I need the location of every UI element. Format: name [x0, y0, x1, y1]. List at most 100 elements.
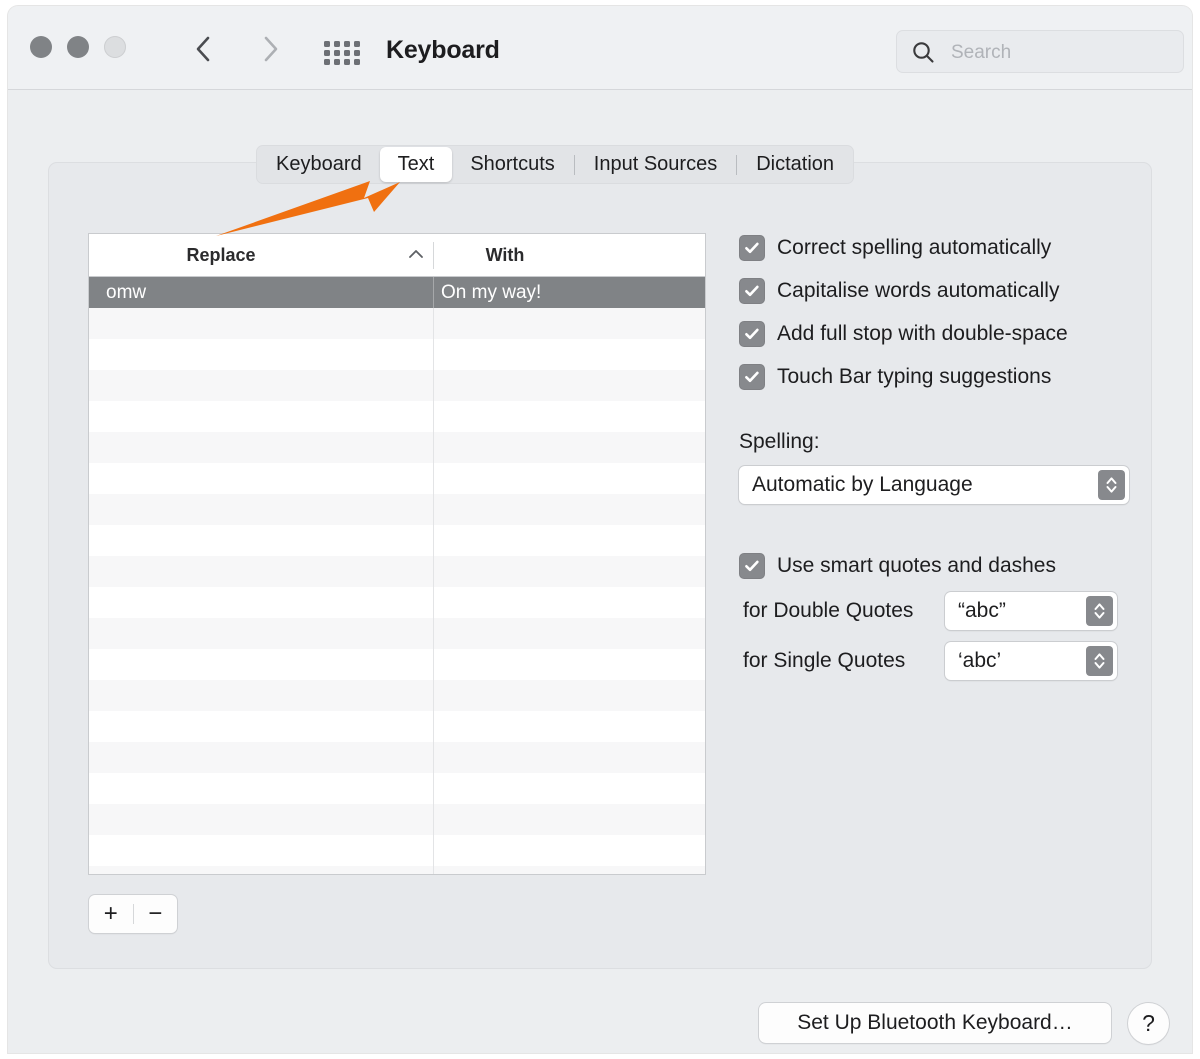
row-column-divider	[433, 649, 434, 680]
tab-dictation[interactable]: Dictation	[738, 147, 852, 182]
add-entry-button[interactable]: +	[89, 895, 133, 933]
system-preferences-window: Keyboard Keyboard Text Shortcuts Input S…	[8, 6, 1192, 1053]
checkbox-label: Correct spelling automatically	[777, 236, 1052, 259]
table-row-empty[interactable]	[89, 711, 705, 742]
chevron-updown-icon	[1086, 646, 1113, 676]
row-column-divider	[433, 556, 434, 587]
tab-separator	[736, 154, 738, 175]
back-button[interactable]	[186, 32, 220, 66]
tab-keyboard[interactable]: Keyboard	[258, 147, 380, 182]
checkmark-icon	[739, 553, 765, 579]
text-replacement-table: Replace With omw On my way!	[89, 234, 705, 874]
row-column-divider	[433, 308, 434, 339]
row-column-divider	[433, 711, 434, 742]
row-column-divider	[433, 432, 434, 463]
tab-separator	[573, 154, 575, 175]
row-column-divider	[433, 494, 434, 525]
checkbox-smart-quotes[interactable]: Use smart quotes and dashes	[739, 546, 1056, 586]
table-row-empty[interactable]	[89, 804, 705, 835]
show-all-grid-icon[interactable]	[324, 38, 366, 68]
minimise-button[interactable]	[67, 36, 89, 58]
back-chevron-icon	[194, 35, 212, 63]
row-column-divider	[433, 835, 434, 866]
text-options-column: Correct spelling automatically Capitalis…	[739, 228, 1159, 680]
table-row-empty[interactable]	[89, 525, 705, 556]
close-button[interactable]	[30, 36, 52, 58]
checkbox-add-full-stop[interactable]: Add full stop with double-space	[739, 314, 1159, 354]
double-quotes-row: for Double Quotes “abc”	[743, 592, 1117, 630]
row-column-divider	[433, 277, 434, 308]
window-controls	[30, 36, 126, 58]
checkbox-label: Add full stop with double-space	[777, 322, 1068, 345]
chevron-updown-icon	[1098, 470, 1125, 500]
forward-button[interactable]	[254, 32, 288, 66]
table-row-empty[interactable]	[89, 742, 705, 773]
checkmark-icon	[739, 235, 765, 261]
row-column-divider	[433, 680, 434, 711]
row-column-divider	[433, 742, 434, 773]
row-column-divider	[433, 401, 434, 432]
table-row-empty[interactable]	[89, 308, 705, 339]
table-row-empty[interactable]	[89, 339, 705, 370]
zoom-button[interactable]	[104, 36, 126, 58]
page-title: Keyboard	[386, 36, 500, 64]
single-quotes-popup-button[interactable]: ‘abc’	[945, 642, 1117, 680]
forward-chevron-icon	[262, 35, 280, 63]
column-header-replace[interactable]: Replace	[89, 234, 353, 276]
row-column-divider	[433, 370, 434, 401]
table-row-empty[interactable]	[89, 463, 705, 494]
checkbox-label: Use smart quotes and dashes	[777, 554, 1056, 577]
checkbox-correct-spelling[interactable]: Correct spelling automatically	[739, 228, 1159, 268]
row-column-divider	[433, 804, 434, 835]
row-column-divider	[433, 587, 434, 618]
table-row-empty[interactable]	[89, 773, 705, 804]
table-row-empty[interactable]	[89, 494, 705, 525]
remove-entry-button[interactable]: −	[134, 895, 178, 933]
help-button[interactable]: ?	[1128, 1003, 1169, 1044]
add-remove-segmented-control: + −	[89, 895, 177, 933]
table-row-empty[interactable]	[89, 680, 705, 711]
spelling-popup-button[interactable]: Automatic by Language	[739, 466, 1129, 504]
table-row-empty[interactable]	[89, 587, 705, 618]
checkbox-label: Capitalise words automatically	[777, 279, 1060, 302]
search-field[interactable]	[896, 30, 1184, 74]
table-row[interactable]: omw On my way!	[89, 277, 705, 308]
table-row-empty[interactable]	[89, 866, 705, 874]
table-body: omw On my way!	[89, 277, 705, 874]
row-column-divider	[433, 463, 434, 494]
column-divider	[433, 242, 434, 269]
checkbox-touch-bar-suggestions[interactable]: Touch Bar typing suggestions	[739, 357, 1159, 397]
single-quotes-label: for Single Quotes	[743, 649, 906, 672]
double-quotes-label: for Double Quotes	[743, 599, 914, 622]
table-row-empty[interactable]	[89, 556, 705, 587]
set-up-bluetooth-keyboard-button[interactable]: Set Up Bluetooth Keyboard…	[759, 1003, 1111, 1043]
table-row-empty[interactable]	[89, 618, 705, 649]
column-header-with[interactable]: With	[355, 234, 655, 276]
row-column-divider	[433, 866, 434, 874]
checkmark-icon	[739, 364, 765, 390]
search-icon	[911, 40, 936, 70]
cell-with: On my way!	[441, 281, 542, 303]
checkbox-label: Touch Bar typing suggestions	[777, 365, 1052, 388]
window-titlebar: Keyboard	[8, 6, 1192, 90]
table-row-empty[interactable]	[89, 835, 705, 866]
tab-bar: Keyboard Text Shortcuts Input Sources Di…	[256, 145, 855, 184]
cell-replace: omw	[106, 281, 147, 303]
table-row-empty[interactable]	[89, 649, 705, 680]
tab-text[interactable]: Text	[379, 147, 453, 182]
tab-shortcuts[interactable]: Shortcuts	[452, 147, 572, 182]
search-input[interactable]	[949, 31, 1178, 74]
tab-input-sources[interactable]: Input Sources	[576, 147, 735, 182]
checkbox-capitalise-words[interactable]: Capitalise words automatically	[739, 271, 1159, 311]
chevron-updown-icon	[1086, 596, 1113, 626]
single-quotes-row: for Single Quotes ‘abc’	[743, 642, 1117, 680]
double-quotes-popup-button[interactable]: “abc”	[945, 592, 1117, 630]
table-row-empty[interactable]	[89, 432, 705, 463]
table-row-empty[interactable]	[89, 401, 705, 432]
row-column-divider	[433, 618, 434, 649]
table-header: Replace With	[89, 234, 705, 277]
table-row-empty[interactable]	[89, 370, 705, 401]
spelling-label: Spelling:	[739, 430, 820, 453]
spelling-popup-value: Automatic by Language	[752, 473, 973, 496]
checkmark-icon	[739, 278, 765, 304]
